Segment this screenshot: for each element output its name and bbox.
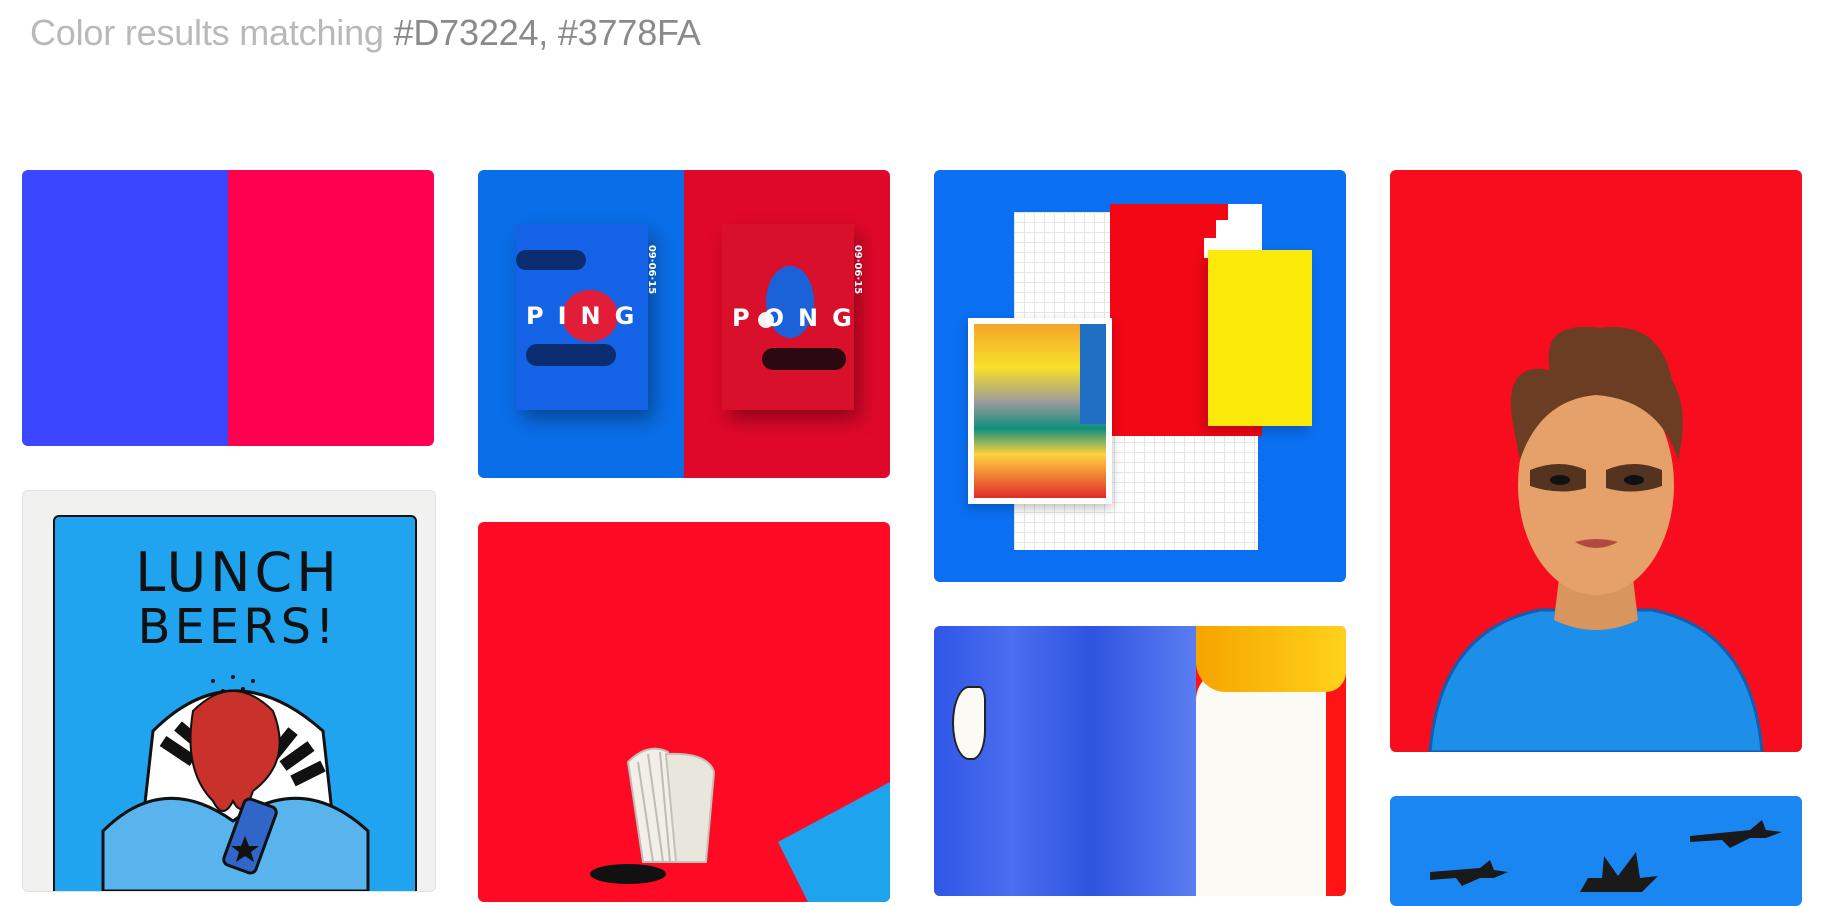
swatch-pink: [228, 170, 434, 446]
result-card-planes-illustration[interactable]: [1390, 796, 1802, 906]
yellow-sheet: [1208, 250, 1312, 426]
hex-color-1[interactable]: #D73224: [394, 12, 539, 53]
pong-hand: [762, 348, 846, 370]
ear: [952, 686, 986, 760]
card-art-blue-strip: [1080, 324, 1106, 424]
lunch-figure-illustration: [101, 675, 370, 891]
result-card-lunch-beers-poster[interactable]: LUNCH BEERS!: [22, 490, 436, 892]
white-step-2: [1216, 220, 1262, 240]
pong-date: 09·06·15: [851, 244, 863, 295]
results-prefix: Color results matching: [30, 12, 384, 53]
swatch-blue: [22, 170, 228, 446]
results-heading: Color results matching #D73224, #3778FA: [30, 12, 701, 54]
colorful-card: [968, 318, 1112, 504]
blue-hair: [934, 626, 1196, 896]
result-card-portrait-painting[interactable]: [1390, 170, 1802, 752]
hex-color-2[interactable]: #3778FA: [558, 12, 701, 53]
result-card-color-swatch[interactable]: [22, 170, 434, 446]
hex-separator: ,: [538, 12, 558, 53]
planes-silhouettes: [1430, 820, 1782, 892]
result-card-blue-hair-illustration[interactable]: [934, 626, 1346, 896]
result-card-print-collateral[interactable]: [934, 170, 1346, 582]
result-card-ping-pong-posters[interactable]: PING 09·06·15 PONG 09·06·15: [478, 170, 890, 478]
ping-poster: PING 09·06·15: [516, 224, 657, 410]
portrait-illustration: [1428, 326, 1764, 752]
pong-poster: PONG 09·06·15: [722, 224, 863, 410]
ping-date: 09·06·15: [645, 244, 657, 295]
ping-hand-bottom: [526, 344, 616, 366]
ping-hand-top: [516, 250, 586, 270]
shuttlecock-illustration: [590, 747, 890, 902]
pong-word: PONG: [732, 304, 866, 332]
ping-word: PING: [526, 302, 649, 330]
face: [1196, 670, 1326, 896]
beers-title: BEERS!: [137, 599, 339, 655]
yellow-fringe: [1196, 626, 1346, 692]
lunch-title: LUNCH: [135, 541, 341, 604]
result-card-badminton-shuttlecock[interactable]: [478, 522, 890, 902]
